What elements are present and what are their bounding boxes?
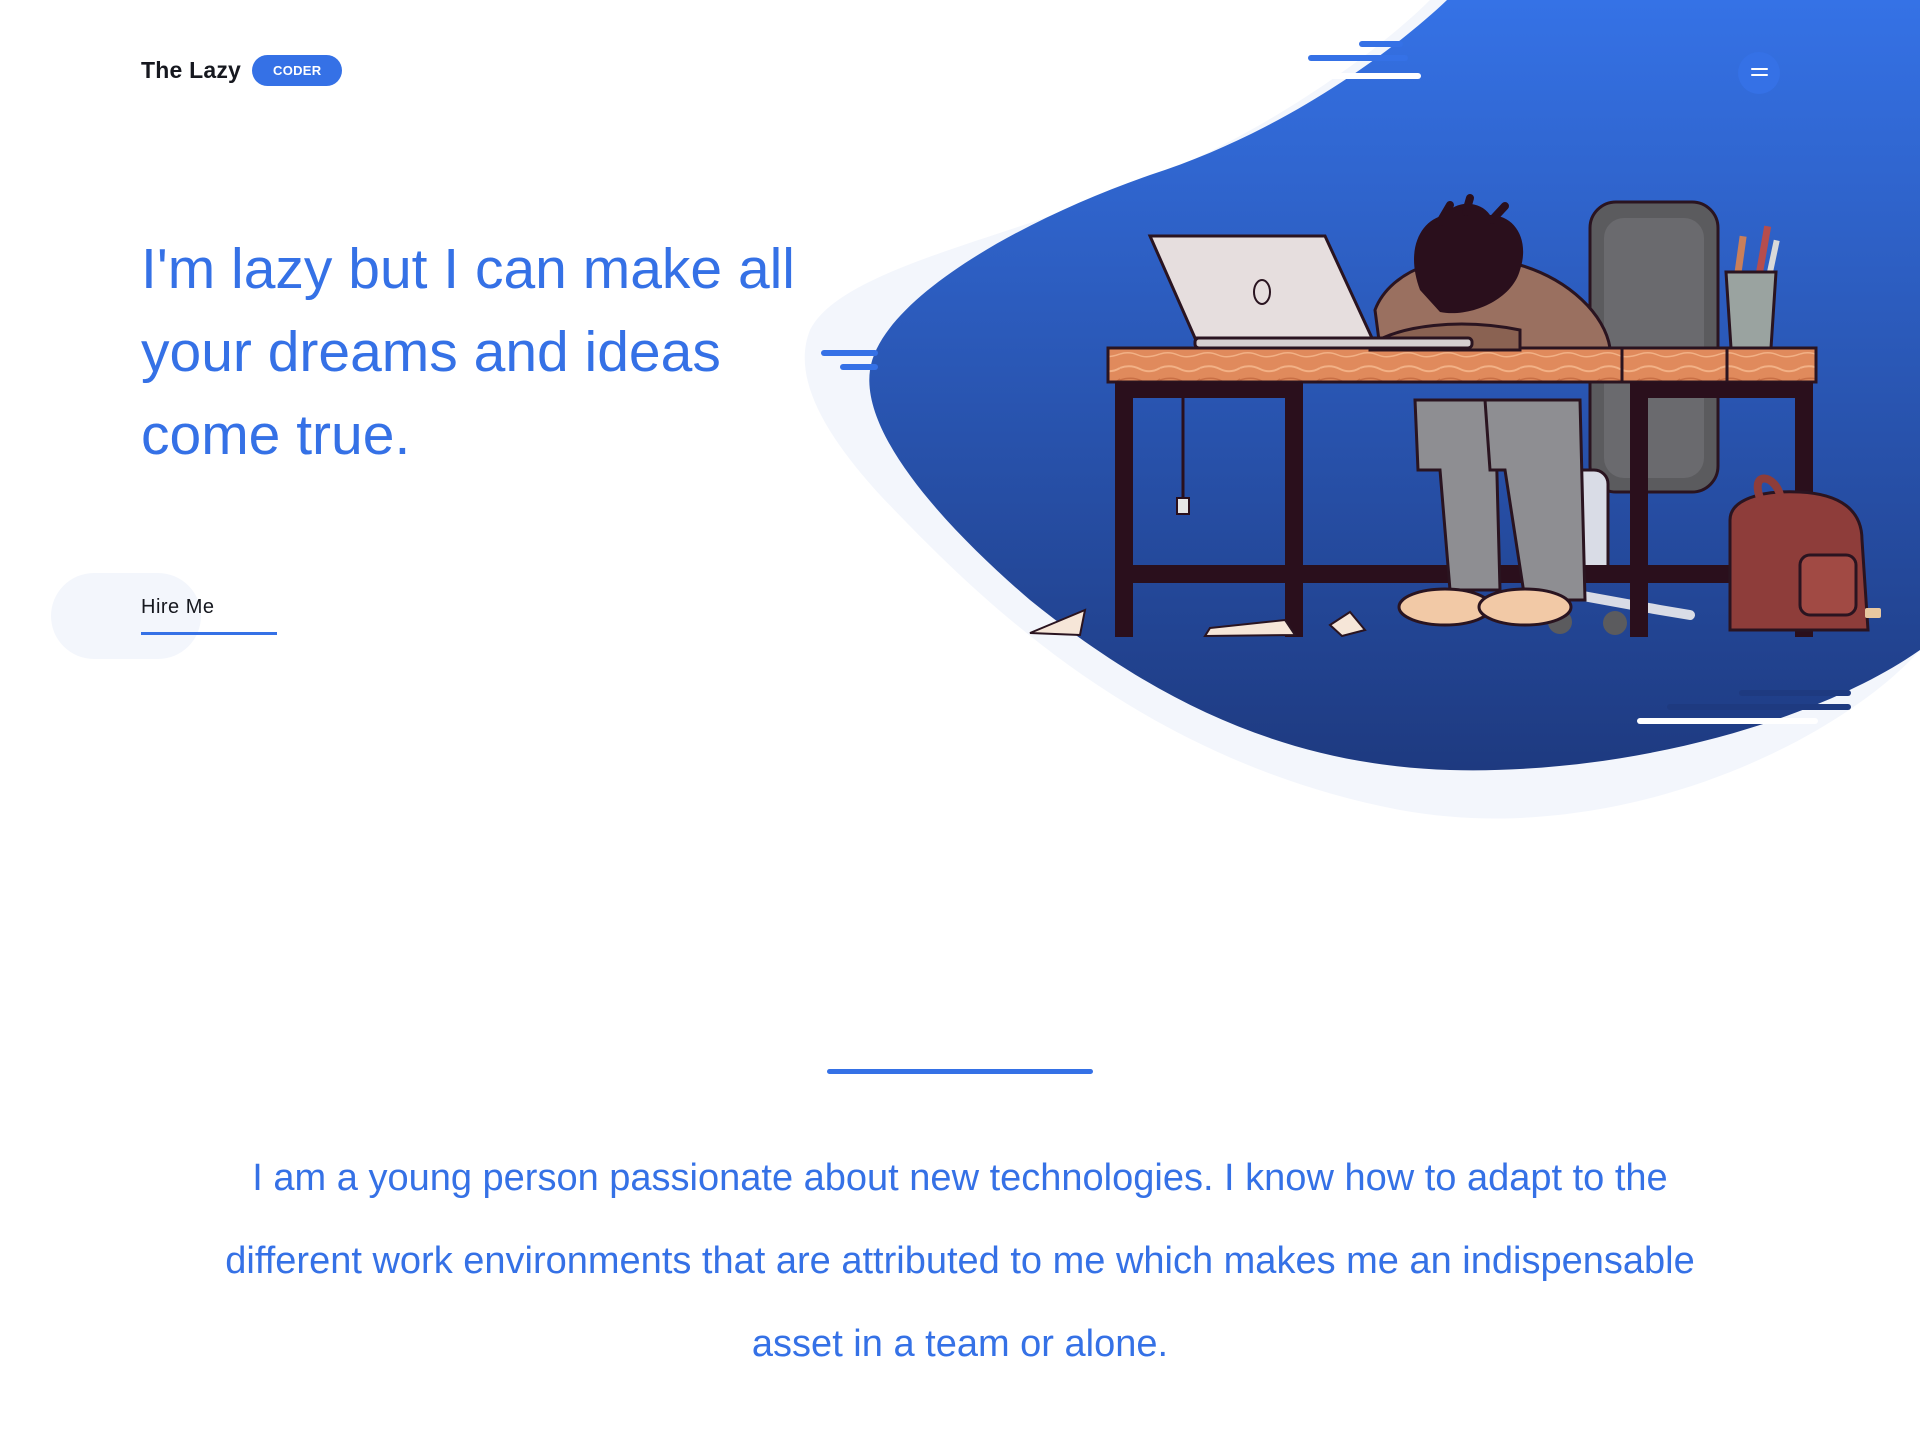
brand-name: The Lazy	[141, 57, 242, 83]
brand-badge: CODER	[252, 55, 343, 86]
hero-headline: I'm lazy but I can make all your dreams …	[141, 237, 795, 467]
desk-top	[1106, 346, 1818, 384]
about-divider	[827, 1069, 1093, 1074]
brand-logo[interactable]: The Lazy CODER	[141, 55, 343, 86]
menu-icon	[1751, 68, 1768, 78]
about-text: I am a young person passionate about new…	[225, 1157, 1695, 1365]
hire-me-button[interactable]: Hire Me	[141, 596, 277, 635]
menu-button[interactable]	[1738, 52, 1780, 94]
